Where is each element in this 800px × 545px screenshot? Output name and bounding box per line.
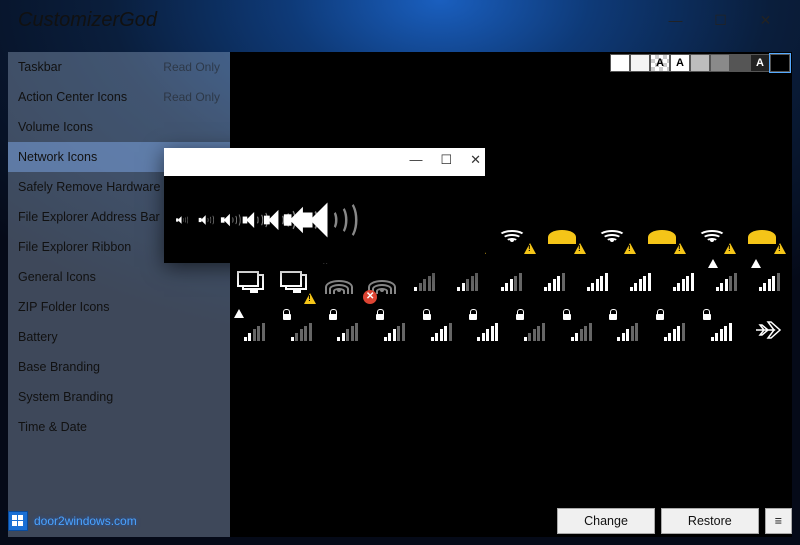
airplane-mode-icon[interactable] (749, 312, 786, 352)
wifi-star-icon[interactable]: * (322, 262, 355, 302)
bars-lock-4-icon[interactable] (423, 312, 460, 352)
bars-4-icon[interactable] (538, 262, 571, 302)
sidebar-item-label: Taskbar (18, 60, 62, 74)
bars-lock-7-icon[interactable] (563, 312, 600, 352)
bars-lock-3-icon[interactable] (376, 312, 413, 352)
bars-tri-3-icon[interactable] (236, 312, 273, 352)
menu-button[interactable]: ≡ (765, 508, 792, 534)
wifi-yellow-warn-icon[interactable] (642, 212, 682, 252)
sidebar-item-label: Action Center Icons (18, 90, 127, 104)
content-area: AAA *✕ (230, 52, 792, 537)
sidebar-item-label: General Icons (18, 270, 96, 284)
bars-5-icon[interactable] (581, 262, 614, 302)
wifi-error-icon[interactable]: ✕ (365, 262, 398, 302)
close-button[interactable]: ✕ (743, 5, 788, 35)
monitor-icon (242, 274, 264, 290)
volume-md-icon[interactable] (221, 213, 237, 226)
popup-maximize-button[interactable]: ☐ (440, 152, 452, 168)
volume-sm-icon[interactable] (199, 215, 212, 225)
bars-lock-1-icon[interactable] (283, 312, 320, 352)
sidebar-item-label: Volume Icons (18, 120, 93, 134)
bg-swatch-7[interactable]: A (750, 54, 770, 72)
wifi-white-warn-icon[interactable] (592, 212, 632, 252)
sidebar-item-label: System Branding (18, 390, 113, 404)
sidebar-item-label: Safely Remove Hardware (18, 180, 160, 194)
read-only-badge: Read Only (163, 90, 220, 104)
change-button[interactable]: Change (557, 508, 655, 534)
bg-swatch-1[interactable] (630, 54, 650, 72)
sidebar-item-action-center-icons[interactable]: Action Center Icons Read Only (8, 82, 230, 112)
background-swatch-strip: AAA (610, 54, 790, 72)
vendor-logo-icon (8, 511, 28, 531)
wifi-white-warn-icon[interactable] (492, 212, 532, 252)
wifi-yellow-warn-icon[interactable] (542, 212, 582, 252)
sidebar-item-zip-folder-icons[interactable]: ZIP Folder Icons (8, 292, 230, 322)
bars-5b-icon[interactable] (624, 262, 657, 302)
bg-swatch-3[interactable]: A (670, 54, 690, 72)
sidebar-item-time-date[interactable]: Time & Date (8, 412, 230, 442)
bars-lock-2-icon[interactable] (329, 312, 366, 352)
vendor-link[interactable]: door2windows.com (8, 511, 137, 531)
bars-2-icon[interactable] (451, 262, 484, 302)
bg-swatch-6[interactable] (730, 54, 750, 72)
bars-1-icon[interactable] (408, 262, 441, 302)
bars-lock-10-icon[interactable] (703, 312, 740, 352)
bars-lock-8-icon[interactable] (609, 312, 646, 352)
volume-3xl-icon[interactable] (303, 202, 348, 237)
sidebar-item-taskbar[interactable]: Taskbar Read Only (8, 52, 230, 82)
bars-3-icon[interactable] (494, 262, 527, 302)
bg-swatch-4[interactable] (690, 54, 710, 72)
wifi-white-warn-icon[interactable] (692, 212, 732, 252)
minimize-button[interactable]: — (653, 5, 698, 35)
sidebar-item-battery[interactable]: Battery (8, 322, 230, 352)
bars-lock-5-icon[interactable] (469, 312, 506, 352)
app-title: CustomizerGod (18, 9, 157, 32)
sidebar-item-label: Time & Date (18, 420, 87, 434)
sidebar-item-base-branding[interactable]: Base Branding (8, 352, 230, 382)
bars-lock-9-icon[interactable] (656, 312, 693, 352)
bg-swatch-8[interactable] (770, 54, 790, 72)
sidebar-item-label: ZIP Folder Icons (18, 300, 109, 314)
popup-minimize-button[interactable]: — (409, 152, 422, 168)
monitors-dual-icon[interactable] (236, 262, 269, 302)
bg-swatch-0[interactable] (610, 54, 630, 72)
maximize-button[interactable]: ☐ (698, 5, 743, 35)
footer: door2windows.com Change Restore ≡ (8, 505, 792, 537)
sidebar-item-label: File Explorer Ribbon (18, 240, 131, 254)
wifi-yellow-warn-icon[interactable] (742, 212, 782, 252)
monitors-dual-warn-icon[interactable] (279, 262, 312, 302)
bars-tri-2-icon[interactable] (753, 262, 786, 302)
bars-5c-icon[interactable] (667, 262, 700, 302)
bg-swatch-5[interactable] (710, 54, 730, 72)
bars-tri-1-icon[interactable] (710, 262, 743, 302)
sidebar-item-label: Network Icons (18, 150, 97, 164)
sidebar-item-label: Base Branding (18, 360, 100, 374)
sidebar-item-label: File Explorer Address Bar (18, 210, 160, 224)
sidebar-item-label: Battery (18, 330, 58, 344)
icon-preview-popup[interactable]: — ☐ ✕ (164, 148, 485, 263)
popup-close-button[interactable]: ✕ (470, 152, 481, 168)
read-only-badge: Read Only (163, 60, 220, 74)
volume-lg-icon[interactable] (243, 211, 264, 227)
sidebar: Taskbar Read Only Action Center Icons Read … (8, 52, 230, 537)
titlebar: CustomizerGod — ☐ ✕ (0, 0, 800, 40)
restore-button[interactable]: Restore (661, 508, 759, 534)
window-controls: — ☐ ✕ (653, 5, 788, 35)
volume-xs-icon[interactable] (176, 216, 186, 224)
vendor-link-text: door2windows.com (34, 514, 137, 528)
bars-lock-6-icon[interactable] (516, 312, 553, 352)
monitor-icon (285, 274, 307, 290)
sidebar-item-system-branding[interactable]: System Branding (8, 382, 230, 412)
sidebar-item-volume-icons[interactable]: Volume Icons (8, 112, 230, 142)
sidebar-item-general-icons[interactable]: General Icons (8, 262, 230, 292)
bg-swatch-2[interactable]: A (650, 54, 670, 72)
